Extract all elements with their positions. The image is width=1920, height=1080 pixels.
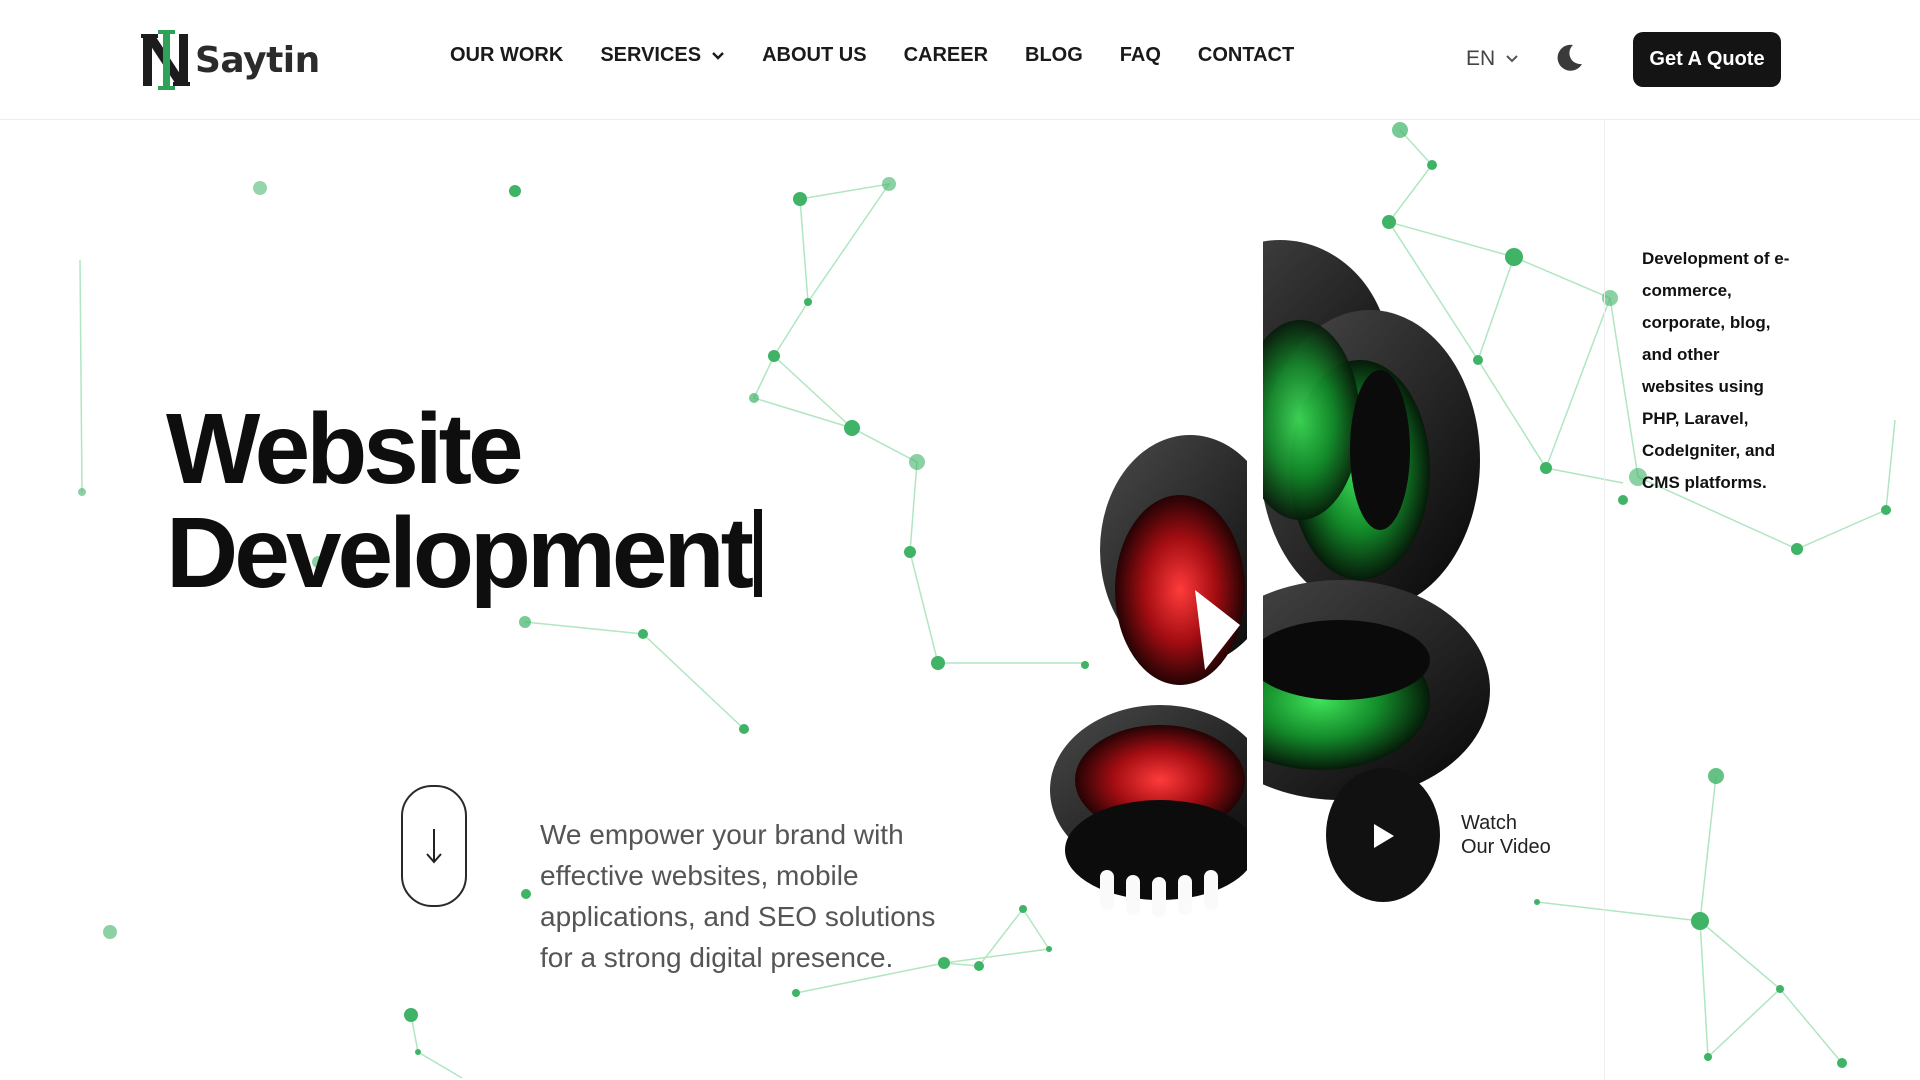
chevron-down-icon bbox=[1506, 55, 1518, 63]
logo-text: Saytin bbox=[195, 39, 320, 81]
hero-title: Website Development bbox=[166, 397, 762, 605]
nav-services[interactable]: SERVICES bbox=[600, 44, 725, 67]
nav-services-label: SERVICES bbox=[600, 44, 702, 66]
watch-video-label[interactable]: Watch Our Video bbox=[1461, 811, 1551, 859]
language-selector[interactable]: EN bbox=[1466, 47, 1519, 71]
nav-our-work[interactable]: OUR WORK bbox=[450, 44, 563, 67]
hero-tagline: We empower your brand with effective web… bbox=[540, 819, 936, 973]
nav-contact[interactable]: CONTACT bbox=[1198, 44, 1294, 67]
logo[interactable]: Saytin bbox=[141, 28, 320, 92]
nav-about-us[interactable]: ABOUT US bbox=[762, 44, 866, 67]
get-a-quote-button[interactable]: Get A Quote bbox=[1633, 32, 1781, 87]
arrow-down-icon bbox=[426, 829, 442, 864]
site-header: Saytin OUR WORK SERVICES ABOUT US CAREER… bbox=[0, 0, 1920, 120]
watch-video-line-2: Our Video bbox=[1461, 836, 1551, 858]
hero-3d-artwork bbox=[1050, 240, 1490, 917]
play-video-button[interactable] bbox=[1326, 768, 1440, 902]
hero-title-line-2-wrap: Development bbox=[166, 501, 762, 605]
language-label: EN bbox=[1466, 47, 1496, 70]
hero-title-line-2: Development bbox=[166, 497, 754, 609]
column-divider bbox=[1604, 120, 1605, 1080]
main-nav: OUR WORK SERVICES ABOUT US CAREER BLOG F… bbox=[450, 44, 1331, 67]
logo-n-icon bbox=[141, 30, 190, 90]
moon-icon[interactable] bbox=[1553, 42, 1585, 74]
play-icon bbox=[1374, 824, 1394, 848]
chevron-down-icon bbox=[712, 51, 724, 60]
nav-career[interactable]: CAREER bbox=[904, 44, 988, 67]
watch-video-line-1: Watch bbox=[1461, 812, 1517, 834]
side-description: Development of e-commerce, corporate, bl… bbox=[1642, 249, 1790, 492]
nav-faq[interactable]: FAQ bbox=[1120, 44, 1161, 67]
hero-title-line-1: Website bbox=[166, 393, 524, 505]
typing-cursor bbox=[753, 509, 762, 597]
scroll-down-button[interactable] bbox=[401, 785, 467, 907]
nav-blog[interactable]: BLOG bbox=[1025, 44, 1083, 67]
